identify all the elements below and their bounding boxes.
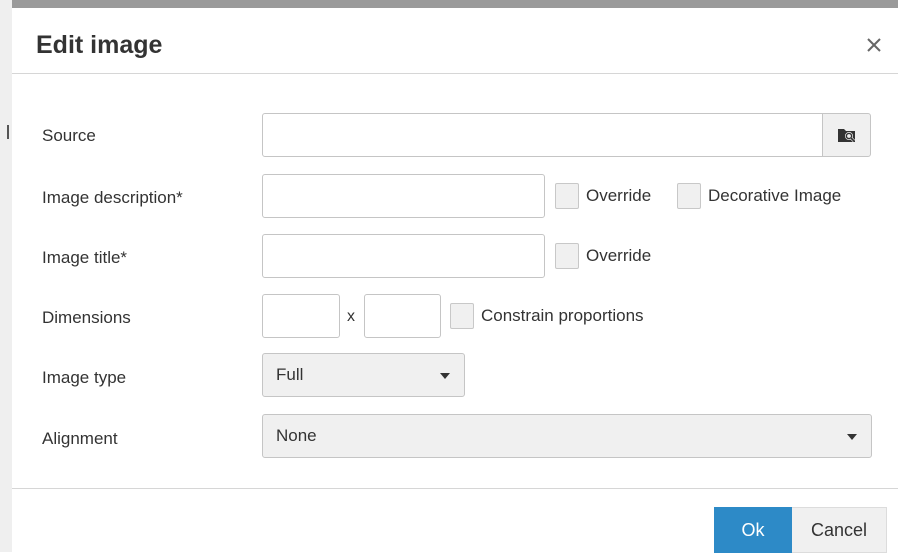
chevron-down-icon xyxy=(440,373,450,379)
checkbox-label: Decorative Image xyxy=(708,186,842,205)
alignment-label: Alignment xyxy=(42,429,118,448)
source-input[interactable] xyxy=(262,113,823,157)
image-description-input[interactable] xyxy=(262,174,545,218)
title-override-checkbox[interactable]: Override xyxy=(555,243,651,269)
close-icon[interactable] xyxy=(864,35,884,55)
ok-button[interactable]: Ok xyxy=(714,507,792,553)
alignment-select[interactable]: None xyxy=(262,414,872,458)
folder-search-icon xyxy=(838,129,856,143)
dimensions-label: Dimensions xyxy=(42,308,131,327)
checkbox-box[interactable] xyxy=(450,303,474,329)
constrain-proportions-checkbox[interactable]: Constrain proportions xyxy=(450,303,644,329)
width-input[interactable] xyxy=(262,294,340,338)
cancel-button[interactable]: Cancel xyxy=(792,507,887,553)
image-type-select[interactable]: Full xyxy=(262,353,465,397)
dimension-separator: x xyxy=(347,308,355,325)
dialog-header: Edit image xyxy=(12,8,898,74)
checkbox-box[interactable] xyxy=(555,183,579,209)
height-input[interactable] xyxy=(364,294,441,338)
checkbox-label: Constrain proportions xyxy=(481,306,644,325)
checkbox-label: Override xyxy=(586,186,652,205)
description-override-checkbox[interactable]: Override xyxy=(555,183,651,209)
checkbox-box[interactable] xyxy=(555,243,579,269)
decorative-image-checkbox[interactable]: Decorative Image xyxy=(677,183,841,209)
checkbox-box[interactable] xyxy=(677,183,701,209)
image-description-label: Image description* xyxy=(42,188,183,207)
alignment-value: None xyxy=(276,426,317,445)
dialog-title: Edit image xyxy=(36,31,163,59)
chevron-down-icon xyxy=(847,434,857,440)
image-title-input[interactable] xyxy=(262,234,545,278)
image-type-value: Full xyxy=(276,365,304,384)
dialog-footer: Ok Cancel xyxy=(12,488,898,560)
checkbox-label: Override xyxy=(586,246,652,265)
edit-image-dialog: Edit image Source Image description* Ove… xyxy=(12,0,898,553)
image-type-label: Image type xyxy=(42,368,127,387)
browse-button[interactable] xyxy=(822,113,871,157)
background-fragment xyxy=(7,125,9,139)
source-label: Source xyxy=(42,126,96,145)
image-title-label: Image title* xyxy=(42,248,128,267)
